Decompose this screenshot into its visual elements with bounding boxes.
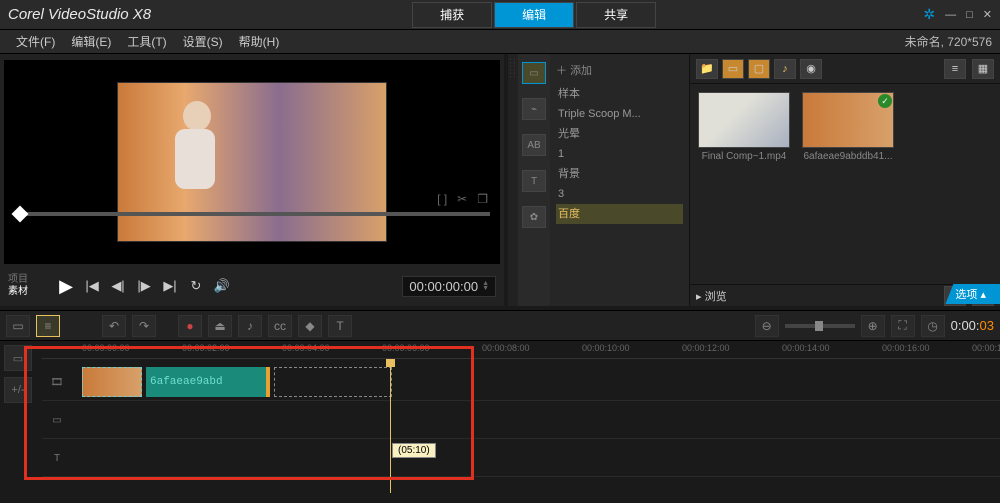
title-track[interactable]: T <box>42 439 1000 477</box>
preview-frame <box>117 82 387 242</box>
open-folder-icon[interactable]: 📁 <box>696 59 718 79</box>
loop-button[interactable]: ↻ <box>186 276 206 296</box>
video-track[interactable]: 🎞 6afaeae9abd <box>42 363 1000 401</box>
folder-1[interactable]: 1 <box>556 144 683 164</box>
prev-frame-button[interactable]: ◀| <box>108 276 128 296</box>
view-list-icon[interactable]: ≡ <box>944 59 966 79</box>
clip-thumbnail[interactable] <box>82 367 142 397</box>
cat-media-icon[interactable]: ▭ <box>522 62 546 84</box>
thumb-label: Final Comp~1.mp4 <box>698 151 790 162</box>
volume-button[interactable]: 🔊 <box>212 276 232 296</box>
mixer-icon[interactable]: ⏏ <box>208 315 232 337</box>
folder-triple[interactable]: Triple Scoop M... <box>556 104 683 124</box>
menu-tools[interactable]: 工具(T) <box>119 33 174 50</box>
thumb-label: 6afaeae9abddb41... <box>802 151 894 162</box>
clock-icon[interactable]: ◷ <box>921 315 945 337</box>
media-thumb-2[interactable]: ✓ 6afaeae9abddb41... <box>802 92 894 162</box>
globe-icon[interactable]: ✲ <box>923 6 935 23</box>
cat-filter-icon[interactable]: ✿ <box>522 206 546 228</box>
time-tooltip: (05:10) <box>392 443 436 458</box>
redo-icon[interactable]: ↷ <box>132 315 156 337</box>
audio-icon[interactable]: ♪ <box>238 315 262 337</box>
track-mgr-icon[interactable]: T <box>328 315 352 337</box>
close-button[interactable]: ✕ <box>983 8 992 21</box>
app-title: Corel VideoStudio X8 <box>8 6 151 23</box>
next-frame-button[interactable]: |▶ <box>134 276 154 296</box>
video-track-icon[interactable]: 🎞 <box>42 363 72 401</box>
mode-project[interactable]: 项目 <box>8 274 48 286</box>
tab-share[interactable]: 共享 <box>576 2 656 28</box>
go-end-button[interactable]: ▶| <box>160 276 180 296</box>
snapshot-icon[interactable]: ❐ <box>477 192 488 206</box>
timeline-view-icon[interactable]: ≡ <box>36 315 60 337</box>
tab-edit[interactable]: 编辑 <box>494 2 574 28</box>
minimize-button[interactable]: — <box>945 9 956 21</box>
media-thumb-1[interactable]: Final Comp~1.mp4 <box>698 92 790 162</box>
go-start-button[interactable]: |◀ <box>82 276 102 296</box>
track-toggle-2[interactable]: +/- <box>4 377 32 403</box>
view-grid-icon[interactable]: ▦ <box>972 59 994 79</box>
zoom-slider[interactable] <box>785 324 855 328</box>
folder-halo[interactable]: 光晕 <box>556 124 683 144</box>
subtitle-icon[interactable]: cc <box>268 315 292 337</box>
mode-clip[interactable]: 素材 <box>8 286 48 298</box>
browse-button[interactable]: ▸ 浏览 <box>696 288 727 304</box>
cat-text-icon[interactable]: T <box>522 170 546 192</box>
filter-disc-icon[interactable]: ◉ <box>800 59 822 79</box>
folder-3[interactable]: 3 <box>556 184 683 204</box>
options-tab[interactable]: 选项 ▴ <box>945 284 1000 304</box>
fit-icon[interactable]: ⛶ <box>891 315 915 337</box>
chapter-icon[interactable]: ◆ <box>298 315 322 337</box>
timeline-ruler[interactable]: 00:00:00:00 00:00:02:00 00:00:04:00 00:0… <box>42 341 1000 359</box>
zoom-out-icon[interactable]: ⊖ <box>755 315 779 337</box>
zoom-in-icon[interactable]: ⊕ <box>861 315 885 337</box>
menu-edit[interactable]: 编辑(E) <box>63 33 119 50</box>
playhead[interactable] <box>390 363 391 493</box>
cat-transition-icon[interactable]: ⌁ <box>522 98 546 120</box>
preview-timecode[interactable]: 00:00:00:00 ▲▼ <box>402 276 496 297</box>
check-icon: ✓ <box>878 94 892 108</box>
add-folder-button[interactable]: ＋ 添加 <box>556 62 683 78</box>
track-toggle-1[interactable]: ▭ <box>4 345 32 371</box>
overlay-track-icon[interactable]: ▭ <box>42 401 72 439</box>
play-button[interactable]: ▶ <box>56 276 76 296</box>
menu-settings[interactable]: 设置(S) <box>175 33 231 50</box>
menu-help[interactable]: 帮助(H) <box>231 33 288 50</box>
mark-in-icon[interactable]: [ ] <box>437 192 447 206</box>
maximize-button[interactable]: □ <box>966 9 973 21</box>
title-track-icon[interactable]: T <box>42 439 72 477</box>
filter-photo-icon[interactable]: ▢ <box>748 59 770 79</box>
storyboard-view-icon[interactable]: ▭ <box>6 315 30 337</box>
overlay-track[interactable]: ▭ <box>42 401 1000 439</box>
timeline-timecode: 0:00:03 <box>951 318 994 334</box>
undo-icon[interactable]: ↶ <box>102 315 126 337</box>
folder-baidu[interactable]: 百度 <box>556 204 683 224</box>
cut-icon[interactable]: ✂ <box>457 192 467 206</box>
record-icon[interactable]: ● <box>178 315 202 337</box>
folder-samples[interactable]: 样本 <box>556 84 683 104</box>
cat-title-icon[interactable]: AB <box>522 134 546 156</box>
tab-capture[interactable]: 捕获 <box>412 2 492 28</box>
filter-video-icon[interactable]: ▭ <box>722 59 744 79</box>
preview-viewport[interactable]: [ ] ✂ ❐ <box>4 60 500 264</box>
preview-scrubber[interactable] <box>14 212 490 216</box>
clip-label[interactable]: 6afaeae9abd <box>146 367 270 397</box>
clip-extend-ghost[interactable] <box>274 367 392 397</box>
folder-background[interactable]: 背景 <box>556 164 683 184</box>
menu-file[interactable]: 文件(F) <box>8 33 63 50</box>
filter-audio-icon[interactable]: ♪ <box>774 59 796 79</box>
project-info: 未命名, 720*576 <box>905 33 992 50</box>
panel-grip[interactable]: :::::: <box>508 54 518 306</box>
